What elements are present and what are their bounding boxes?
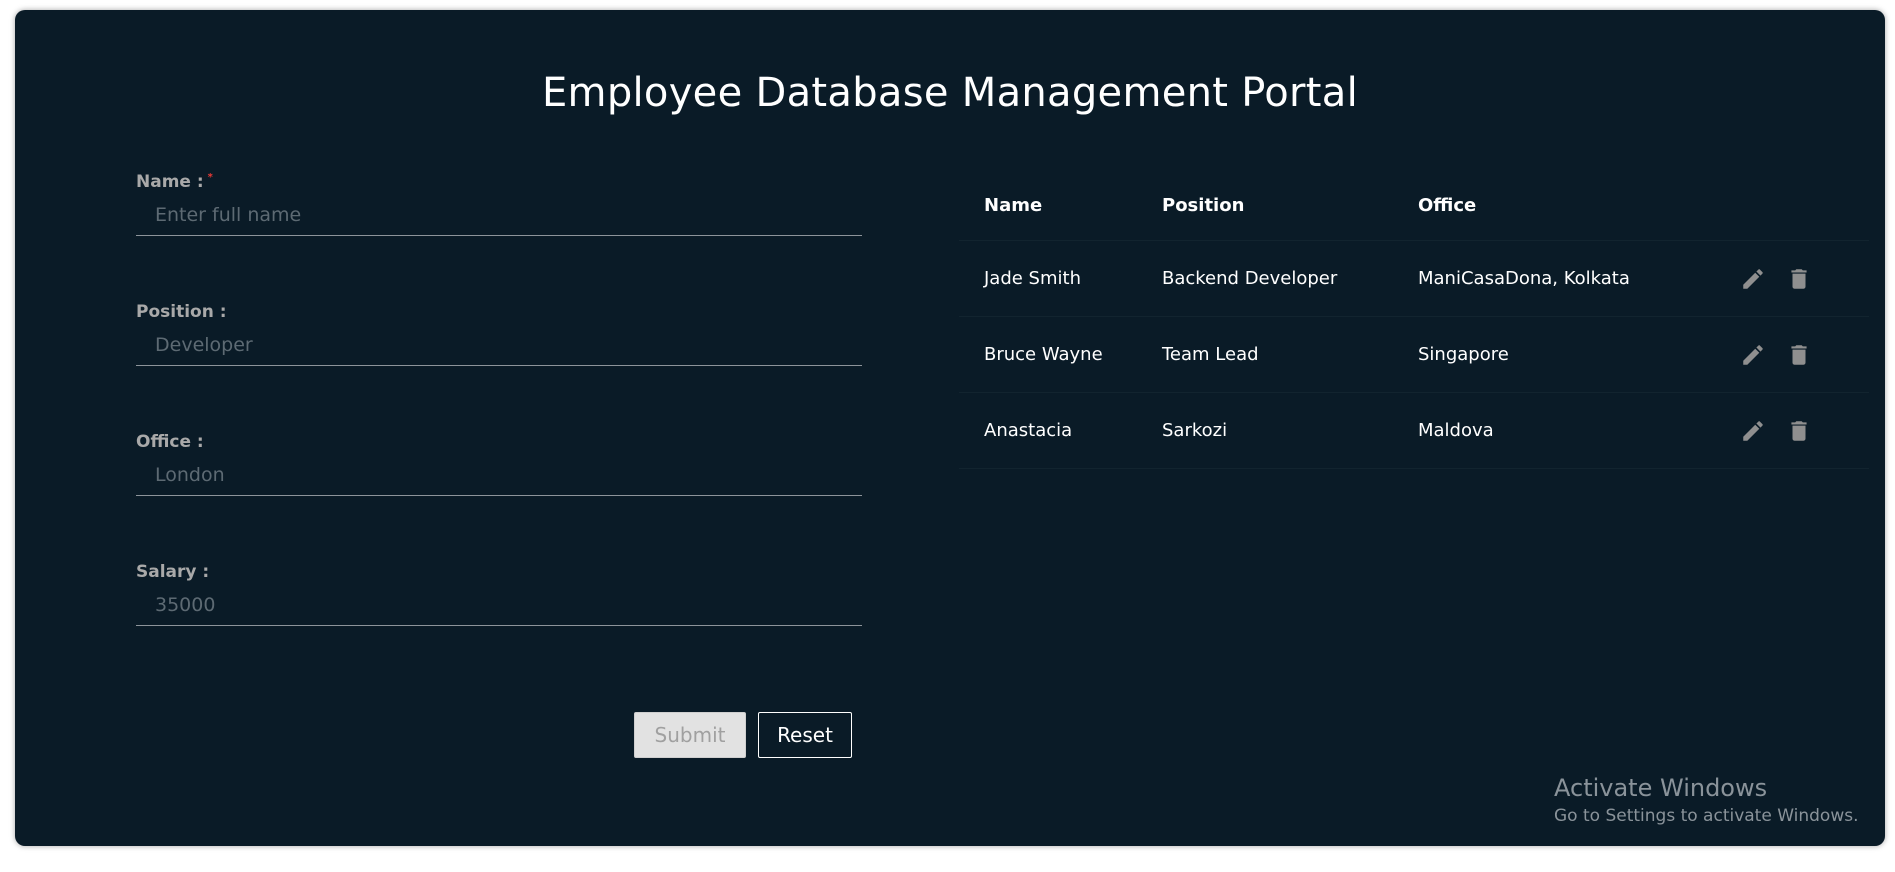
name-field: Name : *: [136, 172, 862, 302]
table-row: Jade Smith Backend Developer ManiCasaDon…: [959, 240, 1869, 317]
pencil-icon[interactable]: [1740, 341, 1766, 369]
cell-position: Team Lead: [1137, 316, 1393, 393]
pencil-icon[interactable]: [1740, 265, 1766, 293]
form-buttons: Submit Reset: [634, 712, 852, 758]
cell-position: Backend Developer: [1137, 240, 1393, 317]
header-actions: [1715, 170, 1869, 241]
row-actions: [1715, 392, 1869, 469]
name-input[interactable]: [136, 194, 862, 236]
required-mark: *: [207, 172, 213, 183]
watermark-title: Activate Windows: [1554, 774, 1768, 802]
trash-icon[interactable]: [1786, 265, 1812, 293]
cell-office: ManiCasaDona, Kolkata: [1393, 240, 1715, 317]
row-actions: [1715, 316, 1869, 393]
page-title: Employee Database Management Portal: [541, 70, 1359, 116]
employee-form: Name :* Position : Office : Salary : Sub…: [136, 172, 862, 758]
table-row: Anastacia Sarkozi Maldova: [959, 392, 1869, 469]
cell-name: Jade Smith: [959, 240, 1137, 317]
cell-name: Anastacia: [959, 392, 1137, 469]
pencil-icon[interactable]: [1740, 417, 1766, 445]
app-card: Employee Database Management Portal Name…: [15, 10, 1885, 846]
name-label: Name : *: [136, 172, 862, 194]
reset-button[interactable]: Reset: [758, 712, 852, 758]
salary-label: Salary :: [136, 562, 210, 582]
header-office: Office: [1393, 170, 1715, 241]
table-header-row: Name Position Office: [959, 170, 1869, 241]
name-label-text: Name :: [136, 172, 204, 192]
office-input[interactable]: [136, 454, 862, 496]
cell-office: Singapore: [1393, 316, 1715, 393]
position-input[interactable]: [136, 324, 862, 366]
header-name: Name: [959, 170, 1137, 241]
activate-windows-watermark: Activate Windows Go to Settings to activ…: [1554, 774, 1859, 826]
submit-button[interactable]: Submit: [634, 712, 746, 758]
trash-icon[interactable]: [1786, 341, 1812, 369]
header-position: Position: [1137, 170, 1393, 241]
position-field: Position :: [136, 302, 862, 432]
salary-input[interactable]: [136, 584, 862, 626]
table-row: Bruce Wayne Team Lead Singapore: [959, 316, 1869, 393]
cell-office: Maldova: [1393, 392, 1715, 469]
row-actions: [1715, 240, 1869, 317]
watermark-subtitle: Go to Settings to activate Windows.: [1554, 806, 1859, 826]
employee-table: Name Position Office Jade Smith Backend …: [959, 170, 1869, 469]
trash-icon[interactable]: [1786, 417, 1812, 445]
position-label: Position :: [136, 302, 227, 322]
office-field: Office :: [136, 432, 862, 562]
cell-position: Sarkozi: [1137, 392, 1393, 469]
office-label: Office :: [136, 432, 204, 452]
salary-field: Salary :: [136, 562, 862, 692]
cell-name: Bruce Wayne: [959, 316, 1137, 393]
